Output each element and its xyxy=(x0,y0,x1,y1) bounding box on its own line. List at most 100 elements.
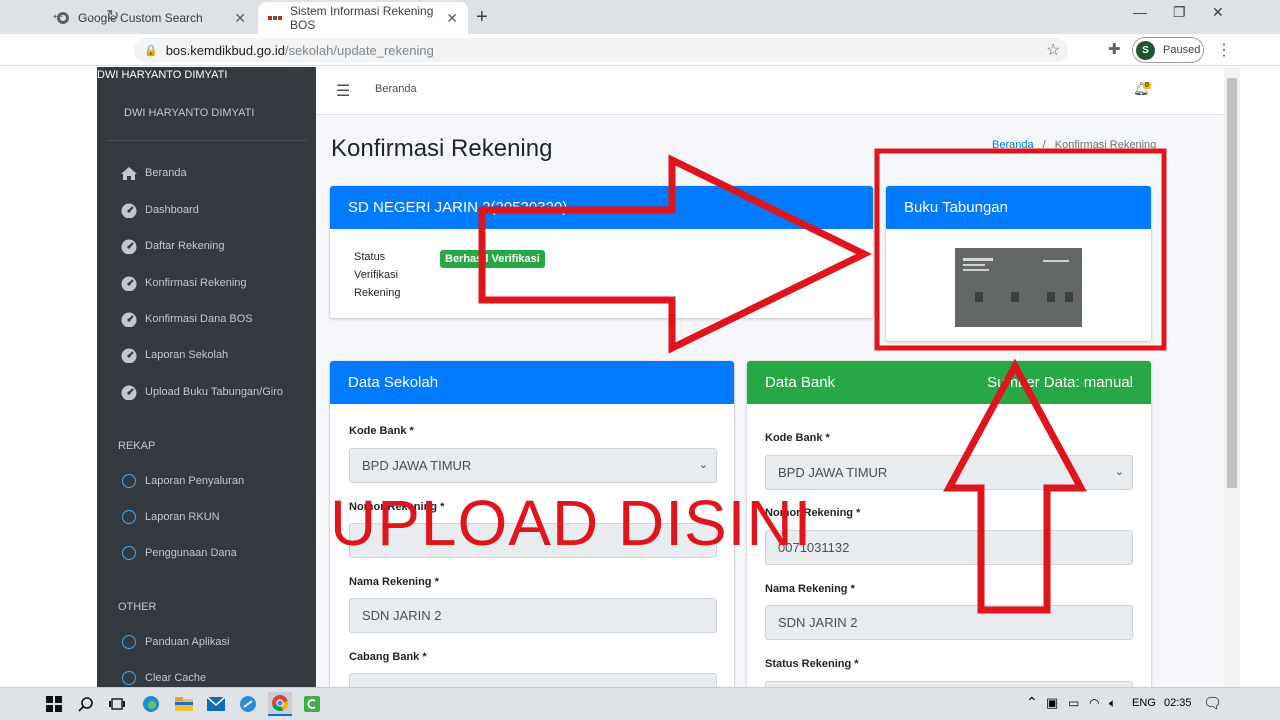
reload-icon[interactable]: ↻ xyxy=(106,6,119,26)
breadcrumb-home-link[interactable]: Beranda xyxy=(992,139,1034,151)
device-icon[interactable]: ▣ xyxy=(1046,695,1058,711)
sidebar-item-label: Penggunaan Dana xyxy=(145,547,237,559)
clock-time[interactable]: 02:35 xyxy=(1164,697,1192,709)
dashboard-gauge-icon xyxy=(119,384,139,400)
sidebar-item-laporan-sekolah[interactable]: Laporan Sekolah xyxy=(119,345,228,365)
sidebar-item-label: Panduan Aplikasi xyxy=(145,636,230,648)
sidebar-item-penggunaan-dana[interactable]: Penggunaan Dana xyxy=(119,543,237,563)
buku-tabungan-header: Buku Tabungan xyxy=(886,186,1151,229)
annotation-upload-text: UPLOAD DISINI xyxy=(330,487,813,559)
status-rekening-label: Status Rekening * xyxy=(765,658,859,670)
close-tab-icon[interactable]: ✕ xyxy=(234,10,246,27)
avatar: S xyxy=(1136,40,1155,60)
data-bank-header: Data Bank Sumber Data: manual xyxy=(747,361,1151,404)
notification-center-icon[interactable]: 🗨︎ xyxy=(1203,694,1222,712)
scrollbar-thumb[interactable] xyxy=(1227,78,1237,488)
camtasia-icon[interactable] xyxy=(300,692,324,716)
app-icon[interactable] xyxy=(236,692,260,716)
language-indicator[interactable]: ENG xyxy=(1132,697,1156,709)
kode-bank-label: Kode Bank * xyxy=(765,432,830,444)
sidebar-item-laporan-penyaluran[interactable]: Laporan Penyaluran xyxy=(119,471,244,491)
sidebar-item-label: Laporan RKUN xyxy=(145,511,220,523)
sidebar-item-label: Upload Buku Tabungan/Giro xyxy=(145,386,284,398)
url-host: bos.kemdikbud.go.id xyxy=(165,42,285,58)
forward-arrow-icon[interactable]: → xyxy=(78,6,94,24)
extensions-puzzle-icon[interactable]: ✚ xyxy=(1108,40,1121,58)
windows-start-icon[interactable] xyxy=(42,692,66,716)
file-explorer-icon[interactable] xyxy=(172,692,196,716)
sidebar-header-rekap: REKAP xyxy=(118,440,156,452)
sidebar-item-label: Beranda xyxy=(145,167,187,179)
nama-rekening-input[interactable]: SDN JARIN 2 xyxy=(349,598,717,633)
cabang-bank-input[interactable] xyxy=(349,673,717,687)
sidebar-item-clear-cache[interactable]: Clear Cache xyxy=(119,668,206,687)
new-tab-icon[interactable]: + xyxy=(476,6,488,29)
dashboard-gauge-icon xyxy=(119,275,139,291)
lock-icon: 🔒 xyxy=(144,44,158,57)
profile-button[interactable]: S Paused xyxy=(1132,37,1204,63)
kode-bank-select[interactable]: BPD JAWA TIMUR ⌄ xyxy=(765,455,1133,490)
task-view-icon[interactable] xyxy=(105,692,129,716)
nomor-rekening-input[interactable]: 0071031132 xyxy=(765,530,1133,565)
sidebar-item-label: Dashboard xyxy=(145,204,199,216)
sidebar-item-konfirmasi-rekening[interactable]: Konfirmasi Rekening xyxy=(119,273,247,293)
sidebar-header-other: OTHER xyxy=(118,601,157,613)
nama-rekening-label: Nama Rekening * xyxy=(349,576,439,588)
close-tab-icon[interactable]: ✕ xyxy=(446,10,458,27)
cabang-bank-label: Cabang Bank * xyxy=(349,651,427,663)
sidebar-item-daftar-rekening[interactable]: Daftar Rekening xyxy=(119,236,225,256)
chrome-icon[interactable] xyxy=(268,692,292,716)
status-badge: Berhasil Verifikasi xyxy=(440,250,545,268)
back-arrow-icon[interactable]: ← xyxy=(50,6,66,24)
bookmark-star-icon[interactable]: ☆ xyxy=(1046,40,1060,60)
dashboard-gauge-icon xyxy=(119,347,139,363)
sidebar-item-label: Laporan Sekolah xyxy=(145,349,229,361)
data-source-label: Sumber Data: manual xyxy=(987,374,1133,391)
sidebar-item-upload-buku-tabungan[interactable]: Upload Buku Tabungan/Giro xyxy=(119,382,283,402)
sidebar-item-konfirmasi-dana-bos[interactable]: Konfirmasi Dana BOS xyxy=(119,309,253,329)
address-bar[interactable]: 🔒 bos.kemdikbud.go.id /sekolah/update_re… xyxy=(134,38,1068,62)
circle-icon xyxy=(119,671,139,685)
kode-bank-select[interactable]: BPD JAWA TIMUR ⌄ xyxy=(349,448,717,483)
nav-link-beranda[interactable]: Beranda xyxy=(375,83,417,95)
breadcrumb: Beranda / Konfirmasi Rekening xyxy=(992,139,1156,151)
kode-bank-label: Kode Bank * xyxy=(349,425,414,437)
battery-icon[interactable]: ▭ xyxy=(1068,696,1079,710)
main-content: ☰ Beranda 🔔︎ 0 Konfirmasi Rekening Beran… xyxy=(316,67,1224,687)
kebab-menu-icon[interactable]: ⋮ xyxy=(1216,40,1232,60)
dashboard-gauge-icon xyxy=(119,202,139,218)
tab-label: Sistem Informasi Rekening BOS xyxy=(290,4,434,32)
hamburger-menu-icon[interactable]: ☰ xyxy=(336,81,350,101)
dashboard-gauge-icon xyxy=(119,238,139,254)
tab-label: Google Custom Search xyxy=(78,11,203,25)
search-icon[interactable] xyxy=(74,692,98,716)
sidebar-item-beranda[interactable]: Beranda xyxy=(119,163,187,183)
sidebar-item-label: Daftar Rekening xyxy=(145,240,225,252)
edge-browser-icon[interactable] xyxy=(139,692,163,716)
tab-sistem-informasi-rekening[interactable]: Sistem Informasi Rekening BOS ✕ xyxy=(258,2,468,34)
circle-icon xyxy=(119,474,139,488)
minimize-icon[interactable]: — xyxy=(1133,4,1147,20)
sidebar-item-dashboard[interactable]: Dashboard xyxy=(119,200,199,220)
chevron-up-icon[interactable]: ⌃ xyxy=(1026,694,1038,711)
wifi-icon[interactable]: ◠ xyxy=(1089,696,1099,710)
dashboard-gauge-icon xyxy=(119,311,139,327)
mail-icon[interactable] xyxy=(204,692,228,716)
breadcrumb-current: Konfirmasi Rekening xyxy=(1054,139,1157,151)
close-window-icon[interactable]: ✕ xyxy=(1212,4,1224,21)
sidebar-item-panduan-aplikasi[interactable]: Panduan Aplikasi xyxy=(119,632,229,652)
volume-icon[interactable]: 🔈︎ xyxy=(1109,696,1116,711)
top-navbar: ☰ Beranda 🔔︎ 0 xyxy=(316,67,1224,115)
nama-rekening-input[interactable]: SDN JARIN 2 xyxy=(765,605,1133,640)
home-icon xyxy=(119,166,139,181)
browser-tab-bar: Google Custom Search ✕ Sistem Informasi … xyxy=(0,0,1280,34)
status-verifikasi-label: Status Verifikasi Rekening xyxy=(354,251,401,299)
brand-name[interactable]: DWI HARYANTO DIMYATI xyxy=(97,69,227,81)
profile-status: Paused xyxy=(1163,44,1201,56)
circle-icon xyxy=(119,546,139,560)
notification-badge: 0 xyxy=(1143,82,1151,89)
buku-tabungan-image[interactable] xyxy=(955,248,1082,327)
sidebar-item-laporan-rkun[interactable]: Laporan RKUN xyxy=(119,507,220,527)
user-name[interactable]: DWI HARYANTO DIMYATI xyxy=(124,107,254,119)
restore-icon[interactable]: ❐ xyxy=(1173,4,1186,21)
